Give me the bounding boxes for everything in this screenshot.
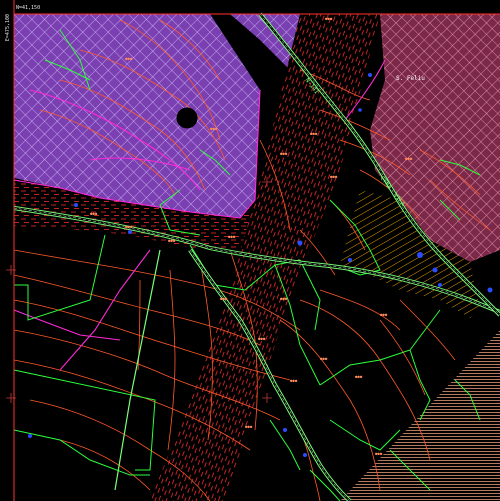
svg-text:●●●: ●●● [280,151,288,156]
pond-feature [176,107,198,129]
svg-text:●●●: ●●● [325,16,333,21]
svg-text:●●●: ●●● [125,56,133,61]
svg-text:●●●: ●●● [168,238,176,243]
svg-text:●●●: ●●● [220,296,228,301]
svg-text:●●●: ●●● [330,174,338,179]
cad-map-canvas[interactable]: ●●● ●●● ●●● ●●● ●●● ●●● ●●● ●●● ●●● ●●● … [0,0,500,501]
svg-text:●●●: ●●● [355,374,363,379]
svg-text:●●●: ●●● [280,296,288,301]
svg-text:●●●: ●●● [320,356,328,361]
place-label-s-feliu: S. Feliu [396,75,425,82]
svg-text:●●●: ●●● [405,156,413,161]
svg-text:●●●: ●●● [125,224,133,229]
frame-side-label: E=475,100 [5,14,11,41]
svg-text:●●●: ●●● [375,451,383,456]
svg-text:●●●: ●●● [310,131,318,136]
svg-text:●●●: ●●● [90,211,98,216]
svg-text:●●●: ●●● [210,126,218,131]
svg-text:●●●: ●●● [245,424,253,429]
frame-corner-label: N=41,150 [16,5,40,11]
svg-text:●●●: ●●● [380,312,388,317]
svg-text:●●●: ●●● [228,234,236,239]
svg-text:●●●: ●●● [258,336,266,341]
svg-text:●●●: ●●● [290,378,298,383]
